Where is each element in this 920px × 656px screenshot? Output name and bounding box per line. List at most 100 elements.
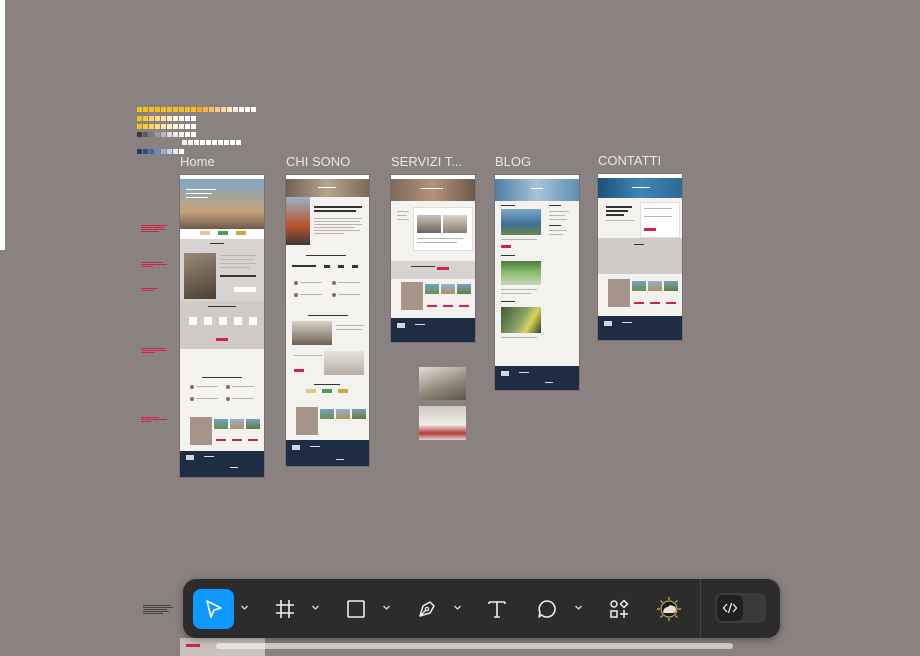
frame-label-blog[interactable]: BLOG (495, 154, 531, 169)
color-swatch[interactable] (233, 107, 238, 112)
image-thumbnail[interactable] (419, 367, 466, 400)
color-swatch[interactable] (236, 140, 241, 145)
color-swatch[interactable] (137, 124, 142, 129)
comment-tool-button[interactable] (529, 589, 565, 629)
color-swatch[interactable] (149, 116, 154, 121)
color-swatch[interactable] (239, 107, 244, 112)
code-brackets-icon (722, 602, 738, 614)
color-swatch[interactable] (137, 132, 142, 137)
color-swatch[interactable] (221, 107, 226, 112)
ai-tool-button[interactable] (651, 589, 687, 629)
frame-label-chi-sono[interactable]: CHI SONO (286, 154, 350, 169)
color-swatch[interactable] (191, 107, 196, 112)
color-swatch[interactable] (155, 149, 160, 154)
color-swatch[interactable] (143, 124, 148, 129)
pen-nib-icon (419, 601, 435, 617)
color-swatch[interactable] (137, 116, 142, 121)
assets-tool-button[interactable] (601, 589, 637, 629)
chevron-down-icon[interactable] (311, 603, 320, 612)
color-swatch[interactable] (143, 107, 148, 112)
color-swatch[interactable] (179, 116, 184, 121)
color-swatch[interactable] (173, 107, 178, 112)
color-swatch[interactable] (155, 132, 160, 137)
color-swatch[interactable] (161, 149, 166, 154)
color-swatch[interactable] (161, 116, 166, 121)
color-swatch[interactable] (137, 107, 142, 112)
color-swatch[interactable] (227, 107, 232, 112)
color-swatch[interactable] (161, 107, 166, 112)
color-swatch[interactable] (182, 140, 187, 145)
frame-tool-button[interactable] (267, 589, 303, 629)
color-swatch[interactable] (167, 107, 172, 112)
color-swatch[interactable] (173, 116, 178, 121)
color-swatch[interactable] (149, 124, 154, 129)
chevron-down-icon[interactable] (453, 603, 462, 612)
frame-hash-icon (276, 600, 294, 618)
color-swatch[interactable] (173, 149, 178, 154)
frame-contatti[interactable] (598, 174, 682, 340)
color-swatch[interactable] (203, 107, 208, 112)
color-swatch[interactable] (149, 132, 154, 137)
color-swatch[interactable] (185, 124, 190, 129)
frame-blog[interactable] (495, 175, 579, 390)
color-swatch[interactable] (179, 124, 184, 129)
frame-servizi[interactable] (391, 175, 475, 342)
color-swatch[interactable] (212, 140, 217, 145)
color-swatch[interactable] (215, 107, 220, 112)
color-swatch[interactable] (197, 107, 202, 112)
speech-bubble-icon (538, 600, 556, 618)
color-swatch[interactable] (167, 124, 172, 129)
color-swatch[interactable] (200, 140, 205, 145)
color-swatch[interactable] (191, 124, 196, 129)
image-thumbnail[interactable] (419, 406, 466, 440)
color-swatch[interactable] (155, 107, 160, 112)
chevron-down-icon[interactable] (574, 603, 583, 612)
rectangle-tool-button[interactable] (338, 589, 374, 629)
color-swatch[interactable] (224, 140, 229, 145)
color-swatch[interactable] (209, 107, 214, 112)
dev-mode-toggle[interactable] (715, 593, 766, 623)
color-swatch[interactable] (173, 124, 178, 129)
color-swatch[interactable] (143, 149, 148, 154)
annotation-note (143, 604, 177, 615)
color-swatch[interactable] (143, 116, 148, 121)
color-swatch[interactable] (194, 140, 199, 145)
color-swatch[interactable] (155, 116, 160, 121)
color-swatch[interactable] (149, 149, 154, 154)
color-swatch[interactable] (191, 132, 196, 137)
chevron-down-icon[interactable] (240, 603, 249, 612)
color-swatch[interactable] (161, 132, 166, 137)
pen-tool-button[interactable] (409, 589, 445, 629)
frame-label-contatti[interactable]: CONTATTI (598, 153, 661, 168)
color-swatch[interactable] (161, 124, 166, 129)
color-swatch[interactable] (179, 107, 184, 112)
color-swatch[interactable] (155, 124, 160, 129)
color-swatch[interactable] (179, 132, 184, 137)
color-swatch[interactable] (173, 132, 178, 137)
color-swatch[interactable] (230, 140, 235, 145)
frame-chi-sono[interactable] (286, 175, 369, 466)
color-swatch[interactable] (245, 107, 250, 112)
color-swatch[interactable] (167, 132, 172, 137)
color-swatch[interactable] (206, 140, 211, 145)
text-tool-button[interactable] (479, 589, 515, 629)
color-swatch[interactable] (188, 140, 193, 145)
color-swatch[interactable] (218, 140, 223, 145)
move-tool-button[interactable] (193, 589, 234, 629)
color-swatch[interactable] (149, 107, 154, 112)
horizontal-scrollbar[interactable] (216, 643, 733, 649)
chevron-down-icon[interactable] (382, 603, 391, 612)
color-swatch[interactable] (143, 132, 148, 137)
color-swatch[interactable] (251, 107, 256, 112)
color-swatch[interactable] (185, 132, 190, 137)
frame-label-servizi[interactable]: SERVIZI T... (391, 154, 462, 169)
color-swatch[interactable] (167, 149, 172, 154)
color-swatch[interactable] (185, 107, 190, 112)
frame-home[interactable] (180, 175, 264, 477)
color-swatch[interactable] (185, 116, 190, 121)
color-swatch[interactable] (167, 116, 172, 121)
color-swatch[interactable] (137, 149, 142, 154)
design-canvas[interactable]: Home CHI SONO SERVIZI T... BLOG CONTATTI (0, 0, 920, 656)
frame-label-home[interactable]: Home (180, 154, 215, 169)
color-swatch[interactable] (191, 116, 196, 121)
